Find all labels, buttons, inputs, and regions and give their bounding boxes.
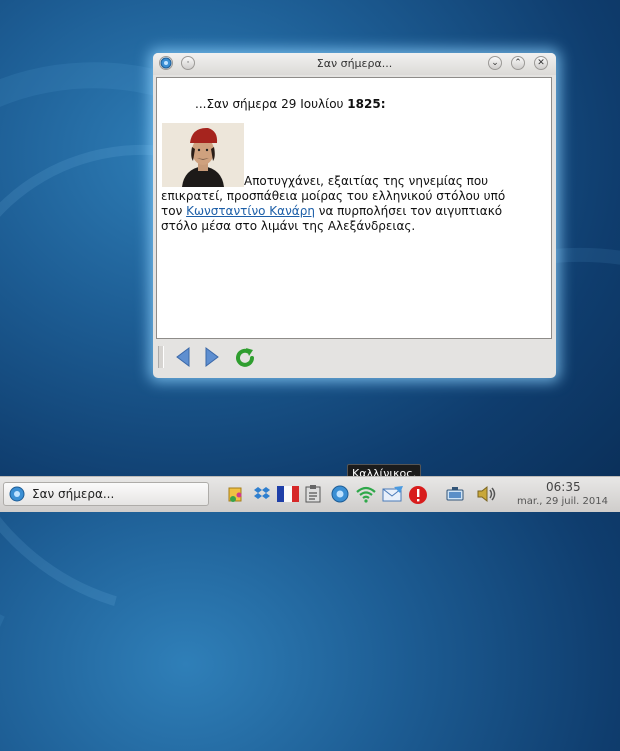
plasmoid-tray-icon[interactable] <box>331 485 349 507</box>
back-button[interactable] <box>173 346 193 372</box>
heading-text: ...Σαν σήμερα 29 Ιουλίου <box>195 97 348 111</box>
arrow-right-icon <box>205 347 219 367</box>
content-area: ...Σαν σήμερα 29 Ιουλίου 1825: Αποτυγχάν… <box>156 77 552 339</box>
window-titlebar[interactable]: · Σαν σήμερα... ⌄ ⌃ ✕ <box>153 53 556 75</box>
plasmoid-icon <box>9 486 25 506</box>
task-label: Σαν σήμερα... <box>32 487 115 501</box>
task-button[interactable]: Σαν σήμερα... <box>3 482 209 506</box>
plasmoid-window: · Σαν σήμερα... ⌄ ⌃ ✕ ...Σαν σήμερα 29 Ι… <box>153 53 556 378</box>
taskbar: Σαν σήμερα... 06:35 mar., 29 juil. 2014 <box>0 476 620 512</box>
navigation-toolbar <box>156 342 552 374</box>
wifi-icon[interactable] <box>355 485 377 507</box>
date-heading: ...Σαν σήμερα 29 Ιουλίου 1825: <box>195 97 386 111</box>
arrow-left-icon <box>176 347 190 367</box>
clock-date[interactable]: mar., 29 juil. 2014 <box>517 496 608 507</box>
dropbox-icon[interactable] <box>253 485 271 507</box>
reload-icon <box>236 348 254 367</box>
french-flag-icon[interactable] <box>277 485 299 507</box>
clock-time[interactable]: 06:35 <box>546 480 581 494</box>
toolbar-grip[interactable] <box>158 346 164 368</box>
close-button[interactable]: ✕ <box>534 56 548 70</box>
minimize-button[interactable]: ⌄ <box>488 56 502 70</box>
reload-button[interactable] <box>233 346 257 374</box>
mail-icon[interactable] <box>382 485 404 507</box>
volume-icon[interactable] <box>476 485 498 507</box>
forward-button[interactable] <box>202 346 222 372</box>
warning-icon[interactable] <box>408 485 428 509</box>
maximize-button[interactable]: ⌃ <box>511 56 525 70</box>
event-description: Αποτυγχάνει, εξαιτίας της νηνεμίας που ε… <box>161 174 529 234</box>
notes-icon[interactable] <box>227 485 245 507</box>
battery-icon[interactable] <box>445 485 465 507</box>
heading-year: 1825 <box>347 97 381 111</box>
person-link[interactable]: Κωνσταντίνο Κανάρη <box>186 204 315 218</box>
heading-colon: : <box>380 97 386 111</box>
clipboard-icon[interactable] <box>305 485 321 507</box>
